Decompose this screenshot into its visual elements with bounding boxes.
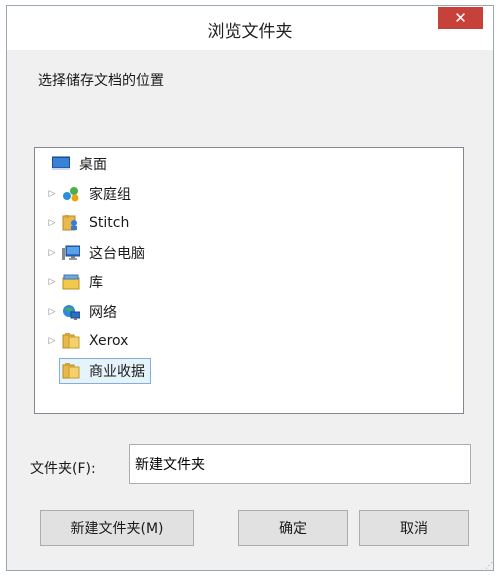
computer-icon: [62, 245, 81, 261]
close-icon: ✕: [454, 9, 467, 27]
resize-grip-icon[interactable]: ⋰: [485, 562, 495, 572]
new-folder-button-label: 新建文件夹(M): [70, 521, 164, 537]
tree-item-content[interactable]: 网络: [59, 299, 123, 325]
tree-item-content[interactable]: 商业收据: [59, 357, 151, 384]
dialog-prompt: 选择储存文档的位置: [38, 73, 164, 89]
title-bar: 浏览文件夹 ✕: [7, 6, 493, 50]
tree-item[interactable]: ▷ 这台电脑: [47, 241, 151, 265]
tree-item-label: 商业收据: [89, 363, 145, 380]
tree-item-content[interactable]: 库: [59, 269, 109, 295]
tree-item-content[interactable]: 桌面: [49, 151, 113, 177]
tree-item-label: 网络: [89, 304, 117, 321]
tree-item-label: 家庭组: [89, 186, 131, 203]
folder-icon: [62, 362, 80, 379]
tree-item-content[interactable]: 家庭组: [59, 181, 137, 207]
cancel-button[interactable]: 取消: [359, 510, 469, 546]
tree-item[interactable]: ▷ 网络: [47, 300, 123, 324]
tree-item-content[interactable]: Stitch: [59, 212, 135, 234]
expand-arrow-icon[interactable]: ▷: [47, 336, 57, 346]
expand-arrow-icon[interactable]: ▷: [47, 248, 57, 258]
folder-tree[interactable]: 桌面 ▷ 家庭组 ▷ Stitch ▷ 这台电脑 ▷ 库 ▷ 网络 ▷ Xerox 商业收据: [34, 147, 464, 414]
network-icon: [62, 304, 81, 320]
expand-arrow-icon[interactable]: ▷: [47, 218, 57, 228]
tree-item-content[interactable]: Xerox: [59, 330, 134, 352]
folder-name-input[interactable]: [129, 444, 471, 484]
tree-item[interactable]: ▷ Stitch: [47, 211, 135, 235]
tree-item-label: 桌面: [79, 157, 107, 173]
ok-button-label: 确定: [279, 521, 307, 537]
dialog-title: 浏览文件夹: [207, 22, 293, 42]
ok-button[interactable]: 确定: [238, 510, 348, 546]
expand-arrow-icon[interactable]: ▷: [47, 277, 57, 287]
tree-item[interactable]: 桌面: [47, 152, 113, 176]
homegroup-icon: [62, 186, 80, 202]
tree-item-content[interactable]: 这台电脑: [59, 240, 151, 266]
cancel-button-label: 取消: [400, 521, 428, 537]
new-folder-button[interactable]: 新建文件夹(M): [40, 510, 194, 546]
tree-item[interactable]: ▷ 家庭组: [47, 182, 137, 206]
expand-arrow-icon[interactable]: ▷: [47, 307, 57, 317]
tree-item[interactable]: 商业收据: [47, 357, 151, 384]
tree-item-label: Stitch: [89, 215, 130, 231]
user-folder-icon: [62, 215, 80, 231]
folder-icon: [62, 333, 80, 349]
tree-item[interactable]: ▷ 库: [47, 270, 109, 294]
tree-item-label: 这台电脑: [89, 245, 145, 262]
tree-item[interactable]: ▷ Xerox: [47, 329, 134, 353]
library-icon: [62, 274, 80, 290]
folder-field-label: 文件夹(F):: [30, 461, 96, 477]
tree-item-label: Xerox: [89, 333, 129, 349]
close-button[interactable]: ✕: [438, 7, 483, 29]
tree-item-label: 库: [89, 275, 103, 291]
expand-arrow-icon[interactable]: ▷: [47, 189, 57, 199]
desktop-icon: [51, 156, 71, 172]
